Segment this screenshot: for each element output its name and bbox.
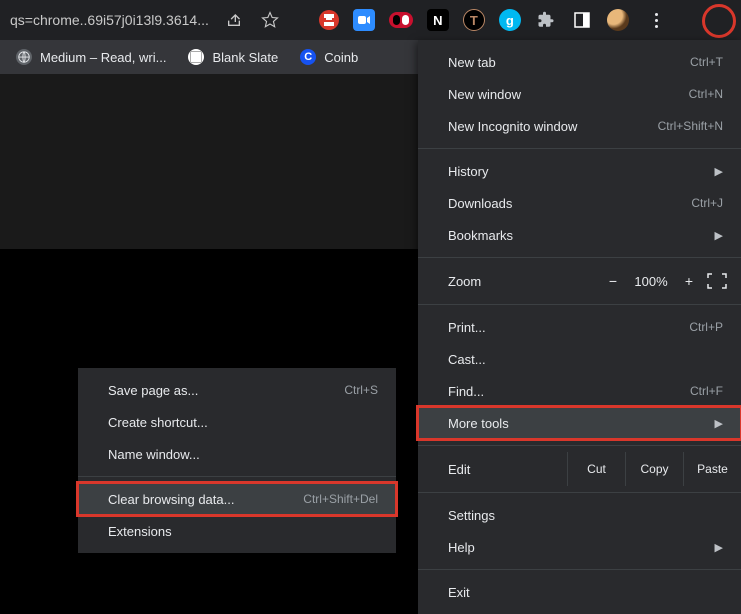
zoom-in-button[interactable]: +: [675, 273, 703, 289]
more-tools-submenu: Save page as... Ctrl+S Create shortcut..…: [78, 368, 396, 553]
side-panel-icon[interactable]: [571, 9, 593, 31]
bookmark-coinbase[interactable]: C Coinb: [300, 49, 358, 65]
chevron-right-icon: ▶: [715, 417, 723, 430]
menu-separator: [418, 445, 741, 446]
menu-new-tab[interactable]: New tab Ctrl+T: [418, 46, 741, 78]
chrome-menu-button[interactable]: [643, 6, 671, 34]
menu-bookmarks[interactable]: Bookmarks ▶: [418, 219, 741, 251]
bookmark-label: Coinb: [324, 50, 358, 65]
submenu-extensions[interactable]: Extensions: [78, 515, 396, 547]
chevron-right-icon: ▶: [715, 541, 723, 554]
menu-zoom-row: Zoom − 100% +: [418, 264, 741, 298]
bookmark-label: Blank Slate: [212, 50, 278, 65]
edit-label: Edit: [448, 462, 567, 477]
bookmark-label: Medium – Read, wri...: [40, 50, 166, 65]
globe-icon: [16, 49, 32, 65]
extension-pill-icon[interactable]: [389, 12, 413, 28]
highlight-menu-button: [702, 4, 736, 38]
menu-separator: [418, 492, 741, 493]
menu-separator: [78, 476, 396, 477]
menu-separator: [418, 569, 741, 570]
vertical-dots-icon: [655, 13, 658, 28]
extensions-puzzle-icon[interactable]: [535, 9, 557, 31]
submenu-clear-browsing-data[interactable]: Clear browsing data... Ctrl+Shift+Del: [78, 483, 396, 515]
chrome-main-menu: New tab Ctrl+T New window Ctrl+N New Inc…: [418, 40, 741, 614]
zoom-label: Zoom: [448, 274, 599, 289]
bookmark-medium[interactable]: Medium – Read, wri...: [16, 49, 166, 65]
menu-separator: [418, 148, 741, 149]
zoom-out-button[interactable]: −: [599, 273, 627, 289]
menu-new-window[interactable]: New window Ctrl+N: [418, 78, 741, 110]
menu-separator: [418, 257, 741, 258]
menu-more-tools[interactable]: More tools ▶: [418, 407, 741, 439]
extension-grammarly-icon[interactable]: g: [499, 9, 521, 31]
extension-t-icon[interactable]: T: [463, 9, 485, 31]
submenu-save-page[interactable]: Save page as... Ctrl+S: [78, 374, 396, 406]
menu-new-incognito[interactable]: New Incognito window Ctrl+Shift+N: [418, 110, 741, 142]
cut-button[interactable]: Cut: [567, 452, 625, 486]
menu-cast[interactable]: Cast...: [418, 343, 741, 375]
paste-button[interactable]: Paste: [683, 452, 741, 486]
chevron-right-icon: ▶: [715, 229, 723, 242]
menu-find[interactable]: Find... Ctrl+F: [418, 375, 741, 407]
menu-history[interactable]: History ▶: [418, 155, 741, 187]
extension-zoom-icon[interactable]: [353, 9, 375, 31]
bookmark-star-icon[interactable]: [259, 9, 281, 31]
extension-ublock-icon[interactable]: [319, 10, 339, 30]
bookmark-blank-slate[interactable]: Blank Slate: [188, 49, 278, 65]
zoom-value: 100%: [627, 274, 675, 289]
menu-help[interactable]: Help ▶: [418, 531, 741, 563]
blankslate-icon: [188, 49, 204, 65]
submenu-name-window[interactable]: Name window...: [78, 438, 396, 470]
menu-settings[interactable]: Settings: [418, 499, 741, 531]
browser-toolbar: qs=chrome..69i57j0i13l9.3614... N T g: [0, 0, 741, 40]
address-text: qs=chrome..69i57j0i13l9.3614...: [10, 12, 209, 28]
coinbase-icon: C: [300, 49, 316, 65]
copy-button[interactable]: Copy: [625, 452, 683, 486]
menu-edit-row: Edit Cut Copy Paste: [418, 452, 741, 486]
menu-print[interactable]: Print... Ctrl+P: [418, 311, 741, 343]
chevron-right-icon: ▶: [715, 165, 723, 178]
menu-separator: [418, 304, 741, 305]
fullscreen-icon[interactable]: [707, 273, 727, 289]
submenu-create-shortcut[interactable]: Create shortcut...: [78, 406, 396, 438]
profile-avatar[interactable]: [607, 9, 629, 31]
menu-downloads[interactable]: Downloads Ctrl+J: [418, 187, 741, 219]
extension-notion-icon[interactable]: N: [427, 9, 449, 31]
menu-exit[interactable]: Exit: [418, 576, 741, 608]
share-icon[interactable]: [223, 9, 245, 31]
